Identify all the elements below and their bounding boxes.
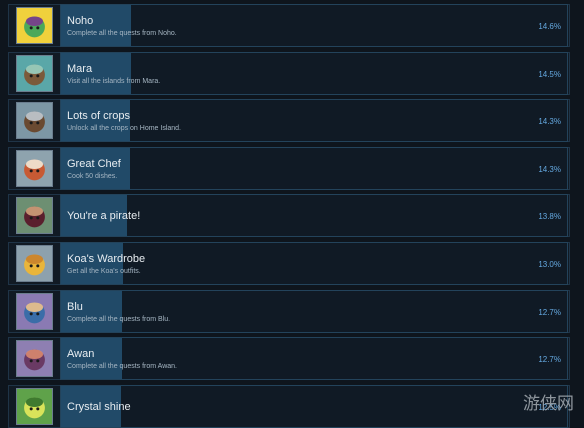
watermark: 游侠网 bbox=[523, 394, 574, 413]
raft-island-icon bbox=[16, 54, 53, 92]
crystal-orb-icon bbox=[16, 387, 53, 425]
achievement-title: Mara bbox=[67, 62, 93, 75]
achievement-row[interactable]: Noho Complete all the quests from Noho. 14… bbox=[8, 4, 570, 47]
achievement-panel: Awan Complete all the quests from Awan. 12… bbox=[60, 337, 568, 381]
chef-character-icon bbox=[16, 149, 53, 187]
achievement-description: Visit all the islands from Mara. bbox=[67, 77, 161, 85]
achievement-row[interactable]: Mara Visit all the islands from Mara. 14.5… bbox=[8, 51, 570, 95]
achievement-panel: Mara Visit all the islands from Mara. 14.5… bbox=[60, 51, 568, 95]
achievement-description: Complete all the quests from Noho. bbox=[67, 30, 177, 37]
achievement-title: Noho bbox=[67, 15, 94, 27]
noho-character-icon bbox=[16, 7, 53, 44]
achievement-panel: Crystal shine 12.5% bbox=[60, 384, 568, 428]
unlock-percent: 13.0% bbox=[538, 260, 561, 269]
unlock-percent: 14.3% bbox=[538, 164, 561, 174]
achievement-list: Noho Complete all the quests from Noho. 14… bbox=[0, 0, 584, 428]
achievement-title: You're a pirate! bbox=[67, 210, 141, 223]
achievement-panel: Blu Complete all the quests from Blu. 12.7… bbox=[60, 289, 568, 333]
achievement-panel: Lots of crops Unlock all the crops on Hom… bbox=[60, 99, 568, 143]
awan-character-icon bbox=[16, 340, 53, 378]
unlock-percent: 14.5% bbox=[538, 69, 561, 79]
unlock-percent: 12.7% bbox=[538, 307, 561, 317]
unlock-percent: 14.3% bbox=[538, 117, 561, 127]
achievement-row[interactable]: You're a pirate! 13.8% bbox=[8, 194, 570, 238]
achievement-title: Lots of crops bbox=[67, 110, 130, 123]
unlock-percent: 14.6% bbox=[538, 22, 561, 31]
achievement-row[interactable]: Crystal shine 12.5% bbox=[8, 384, 570, 428]
achievement-row[interactable]: Awan Complete all the quests from Awan. 12… bbox=[8, 337, 570, 381]
achievement-description: Complete all the quests from Awan. bbox=[67, 363, 177, 371]
hoe-tool-icon bbox=[16, 102, 53, 140]
unlock-percent: 13.8% bbox=[538, 212, 561, 222]
blu-character-icon bbox=[16, 292, 53, 330]
achievement-description: Cook 50 dishes. bbox=[67, 172, 118, 180]
achievement-title: Blu bbox=[67, 300, 83, 313]
achievement-description: Complete all the quests from Blu. bbox=[67, 315, 171, 323]
achievement-row[interactable]: Blu Complete all the quests from Blu. 12.7… bbox=[8, 289, 570, 333]
unlock-percent: 12.7% bbox=[538, 355, 561, 365]
achievement-title: Awan bbox=[67, 348, 95, 361]
achievement-description: Unlock all the crops on Home Island. bbox=[67, 125, 181, 133]
pirate-character-icon bbox=[16, 197, 53, 235]
achievement-panel: Koa's Wardrobe Get all the Koa's outfits.… bbox=[60, 242, 568, 285]
achievement-title: Crystal shine bbox=[67, 400, 131, 413]
achievement-panel: Great Chef Cook 50 dishes. 14.3% bbox=[60, 146, 568, 190]
achievement-row[interactable]: Lots of crops Unlock all the crops on Hom… bbox=[8, 99, 570, 143]
achievement-title: Koa's Wardrobe bbox=[67, 253, 146, 265]
shirt-icon bbox=[16, 245, 53, 282]
achievement-title: Great Chef bbox=[67, 157, 121, 170]
achievement-row[interactable]: Great Chef Cook 50 dishes. 14.3% bbox=[8, 146, 570, 190]
achievement-description: Get all the Koa's outfits. bbox=[67, 268, 141, 275]
achievement-panel: Noho Complete all the quests from Noho. 14… bbox=[60, 4, 568, 47]
achievement-row[interactable]: Koa's Wardrobe Get all the Koa's outfits.… bbox=[8, 242, 570, 285]
achievement-panel: You're a pirate! 13.8% bbox=[60, 194, 568, 238]
